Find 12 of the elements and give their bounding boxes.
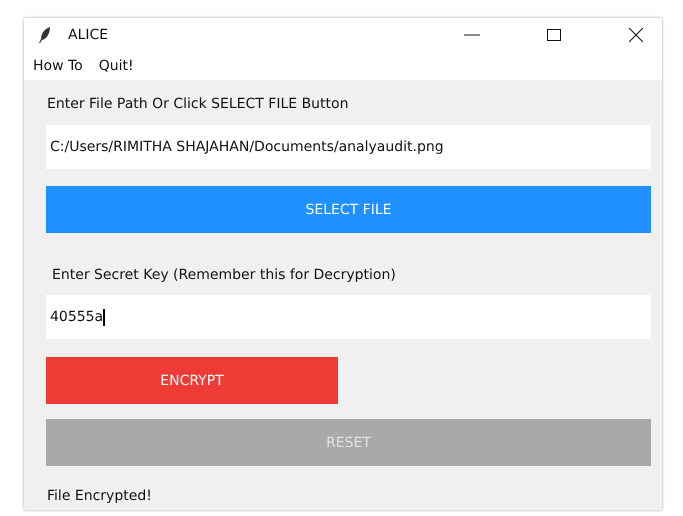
field-label: Enter File Path Or Click SELECT FILE Button bbox=[46, 96, 350, 112]
path-field[interactable]: C:/Users/RIMITHA SHAJAHAN/Documents/analyaudit.png bbox=[46, 125, 651, 169]
field-label: Enter Secret Key (Remember this for Decryption) bbox=[51, 267, 397, 283]
close-icon[interactable] bbox=[628, 27, 644, 43]
key-field[interactable]: 40555a bbox=[46, 295, 651, 339]
window-title: ALICE bbox=[68, 27, 108, 43]
encrypt-button[interactable]: ENCRYPT bbox=[46, 357, 338, 404]
status-text: File Encrypted! bbox=[46, 488, 153, 504]
menu-item[interactable]: Quit! bbox=[98, 58, 134, 74]
menu-item[interactable]: How To bbox=[33, 58, 83, 74]
feather-icon bbox=[38, 26, 52, 44]
maximize-icon[interactable] bbox=[546, 27, 562, 43]
